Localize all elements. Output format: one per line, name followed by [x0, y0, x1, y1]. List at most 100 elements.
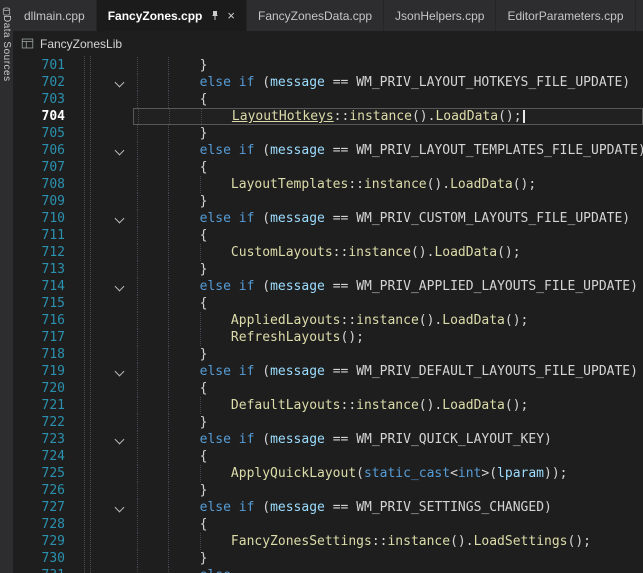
- code-text[interactable]: else if (message == WM_PRIV_CUSTOM_LAYOU…: [133, 210, 643, 227]
- code-text[interactable]: }: [133, 193, 643, 210]
- line-number[interactable]: 702: [13, 74, 70, 91]
- line-number[interactable]: 715: [13, 295, 70, 312]
- fold-margin: [70, 380, 133, 397]
- line-number[interactable]: 728: [13, 516, 70, 533]
- tab-jsonhelpers-cpp[interactable]: JsonHelpers.cpp: [384, 0, 496, 31]
- code-text[interactable]: FancyZonesSettings::instance().LoadSetti…: [133, 533, 643, 550]
- code-text[interactable]: DefaultLayouts::instance().LoadData();: [133, 397, 643, 414]
- line-number[interactable]: 731: [13, 567, 70, 573]
- tab-label: FancyZones.cpp: [108, 9, 203, 23]
- fold-chevron-icon[interactable]: [115, 146, 125, 156]
- code-text[interactable]: else: [133, 567, 643, 573]
- fold-chevron-icon[interactable]: [115, 367, 125, 377]
- indent-guide: [137, 499, 138, 516]
- line-number[interactable]: 721: [13, 397, 70, 414]
- line-number[interactable]: 720: [13, 380, 70, 397]
- line-number[interactable]: 712: [13, 244, 70, 261]
- code-text[interactable]: else if (message == WM_PRIV_QUICK_LAYOUT…: [133, 431, 643, 448]
- close-icon[interactable]: ×: [227, 9, 235, 22]
- line-number[interactable]: 709: [13, 193, 70, 210]
- line-number[interactable]: 729: [13, 533, 70, 550]
- code-line: 714 else if (message == WM_PRIV_APPLIED_…: [13, 278, 643, 295]
- line-number[interactable]: 714: [13, 278, 70, 295]
- code-text[interactable]: {: [133, 516, 643, 533]
- fold-chevron-icon[interactable]: [115, 78, 125, 88]
- line-number[interactable]: 722: [13, 414, 70, 431]
- fold-margin: [70, 125, 133, 142]
- tool-tab-label: Data Sources: [1, 15, 12, 82]
- fold-chevron-icon[interactable]: [115, 503, 125, 513]
- code-text[interactable]: {: [133, 380, 643, 397]
- line-number[interactable]: 708: [13, 176, 70, 193]
- code-text[interactable]: {: [133, 295, 643, 312]
- fold-margin: [70, 176, 133, 193]
- code-text[interactable]: LayoutHotkeys::instance().LoadData();: [133, 108, 643, 125]
- fold-margin: [70, 499, 133, 516]
- code-text[interactable]: }: [133, 346, 643, 363]
- line-number[interactable]: 717: [13, 329, 70, 346]
- code-text[interactable]: {: [133, 91, 643, 108]
- code-text[interactable]: }: [133, 414, 643, 431]
- line-number[interactable]: 713: [13, 261, 70, 278]
- code-text[interactable]: AppliedLayouts::instance().LoadData();: [133, 312, 643, 329]
- tool-tab-data-sources[interactable]: Data Sources: [0, 0, 13, 82]
- line-number[interactable]: 704: [13, 108, 70, 125]
- indent-guide: [168, 125, 169, 142]
- code-text[interactable]: {: [133, 227, 643, 244]
- indent-guide: [137, 550, 138, 567]
- fold-margin: [70, 227, 133, 244]
- indent-guide: [168, 176, 169, 193]
- line-number[interactable]: 723: [13, 431, 70, 448]
- code-text[interactable]: LayoutTemplates::instance().LoadData();: [133, 176, 643, 193]
- code-text[interactable]: }: [133, 261, 643, 278]
- code-text[interactable]: CustomLayouts::instance().LoadData();: [133, 244, 643, 261]
- tab-editorparameters-cpp[interactable]: EditorParameters.cpp: [496, 0, 635, 31]
- tab-fancyzones-cpp[interactable]: FancyZones.cpp ×: [97, 0, 247, 31]
- code-line: 712 CustomLayouts::instance().LoadData()…: [13, 244, 643, 261]
- line-number[interactable]: 707: [13, 159, 70, 176]
- fold-chevron-icon[interactable]: [115, 282, 125, 292]
- line-number[interactable]: 718: [13, 346, 70, 363]
- code-text[interactable]: else if (message == WM_PRIV_SETTINGS_CHA…: [133, 499, 643, 516]
- indent-guide: [168, 295, 169, 312]
- code-text[interactable]: else if (message == WM_PRIV_LAYOUT_TEMPL…: [133, 142, 643, 159]
- code-line: 723 else if (message == WM_PRIV_QUICK_LA…: [13, 431, 643, 448]
- navigation-bar: FancyZonesLib: [13, 31, 643, 56]
- code-text[interactable]: {: [133, 159, 643, 176]
- project-dropdown[interactable]: FancyZonesLib: [40, 37, 122, 51]
- code-text[interactable]: }: [133, 550, 643, 567]
- indent-guide: [137, 295, 138, 312]
- line-number[interactable]: 725: [13, 465, 70, 482]
- line-number[interactable]: 703: [13, 91, 70, 108]
- tab-fancyzonesdata-cpp[interactable]: FancyZonesData.cpp: [247, 0, 384, 31]
- line-number[interactable]: 726: [13, 482, 70, 499]
- code-text[interactable]: else if (message == WM_PRIV_LAYOUT_HOTKE…: [133, 74, 643, 91]
- code-text[interactable]: else if (message == WM_PRIV_APPLIED_LAYO…: [133, 278, 643, 295]
- tab-dllmain-cpp[interactable]: dllmain.cpp: [13, 0, 97, 31]
- fold-chevron-icon[interactable]: [115, 435, 125, 445]
- code-text[interactable]: }: [133, 482, 643, 499]
- line-number[interactable]: 701: [13, 57, 70, 74]
- line-number[interactable]: 719: [13, 363, 70, 380]
- line-number[interactable]: 710: [13, 210, 70, 227]
- line-number[interactable]: 705: [13, 125, 70, 142]
- pin-icon[interactable]: [210, 10, 220, 21]
- indent-guide: [137, 363, 138, 380]
- indent-guide: [137, 312, 138, 329]
- line-number[interactable]: 727: [13, 499, 70, 516]
- indent-guide: [137, 125, 138, 142]
- line-number[interactable]: 716: [13, 312, 70, 329]
- line-number[interactable]: 724: [13, 448, 70, 465]
- code-text[interactable]: {: [133, 448, 643, 465]
- line-number[interactable]: 730: [13, 550, 70, 567]
- indent-guide: [200, 312, 201, 329]
- code-text[interactable]: else if (message == WM_PRIV_DEFAULT_LAYO…: [133, 363, 643, 380]
- code-line: 719 else if (message == WM_PRIV_DEFAULT_…: [13, 363, 643, 380]
- code-text[interactable]: ApplyQuickLayout(static_cast<int>(lparam…: [133, 465, 643, 482]
- fold-chevron-icon[interactable]: [115, 214, 125, 224]
- line-number[interactable]: 706: [13, 142, 70, 159]
- line-number[interactable]: 711: [13, 227, 70, 244]
- code-text[interactable]: }: [133, 125, 643, 142]
- code-text[interactable]: RefreshLayouts();: [133, 329, 643, 346]
- code-text[interactable]: }: [133, 57, 643, 74]
